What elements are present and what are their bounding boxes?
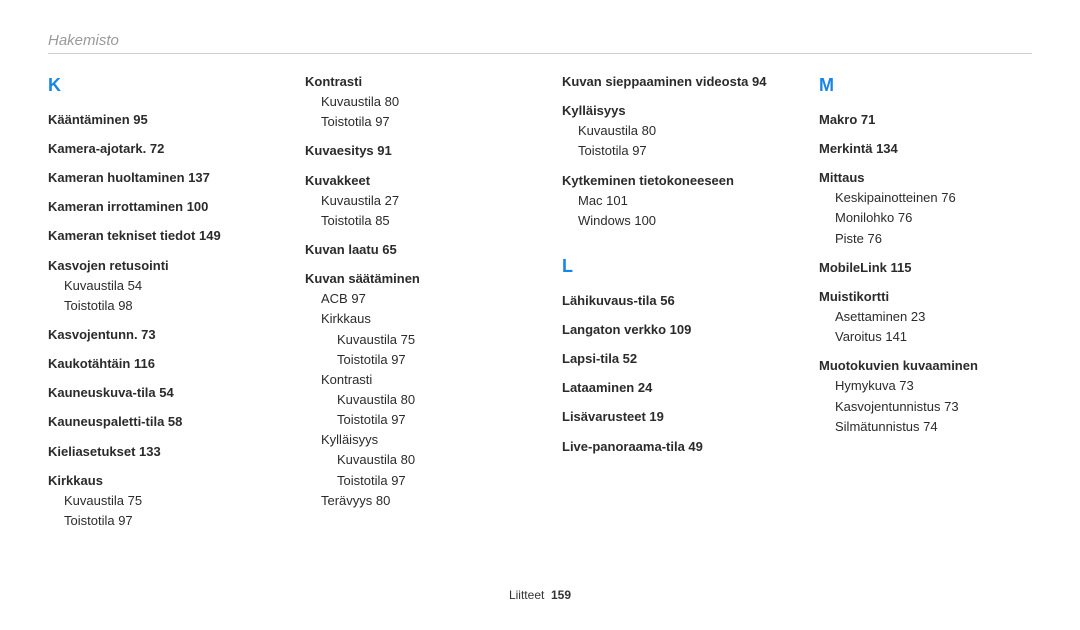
footer-page: 159	[551, 588, 571, 602]
index-entry: Kylläisyys	[305, 430, 518, 450]
index-entry: Kylläisyys	[562, 101, 775, 121]
index-entry: Kuvaustila 75	[48, 491, 261, 511]
index-columns: K Kääntäminen 95 Kamera-ajotark. 72 Kamera…	[48, 72, 1032, 531]
index-entry: Lapsi-tila 52	[562, 349, 775, 369]
index-entry: Kuvakkeet	[305, 171, 518, 191]
divider	[48, 53, 1032, 54]
index-entry: Kuvaustila 80	[305, 450, 518, 470]
section-letter-k: K	[48, 72, 261, 100]
page-footer: Liitteet 159	[0, 588, 1080, 602]
index-entry: Kuvan laatu 65	[305, 240, 518, 260]
index-entry: Lisävarusteet 19	[562, 407, 775, 427]
index-entry: Makro 71	[819, 110, 1032, 130]
col3-precont: Kuvan sieppaaminen videosta 94 Kylläisyys…	[562, 72, 775, 231]
col3-entries: Lähikuvaus-tila 56 Langaton verkko 109 Lap…	[562, 291, 775, 457]
col1-entries: Kääntäminen 95 Kamera-ajotark. 72 Kameran …	[48, 110, 261, 531]
index-entry: Toistotila 98	[48, 296, 261, 316]
index-entry: Toistotila 97	[48, 511, 261, 531]
index-entry: Toistotila 97	[305, 350, 518, 370]
index-entry: Kauneuspaletti-tila 58	[48, 412, 261, 432]
index-entry: Kääntäminen 95	[48, 110, 261, 130]
index-entry: Silmätunnistus 74	[819, 417, 1032, 437]
index-entry: Muistikortti	[819, 287, 1032, 307]
page-header: Hakemisto	[48, 32, 1032, 49]
col4-entries: Makro 71 Merkintä 134 MittausKeskipainotte…	[819, 110, 1032, 437]
index-entry: Kameran irrottaminen 100	[48, 197, 261, 217]
index-entry: Toistotila 97	[305, 471, 518, 491]
column-1: K Kääntäminen 95 Kamera-ajotark. 72 Kamera…	[48, 72, 261, 531]
section-letter-m: M	[819, 72, 1032, 100]
index-entry: ACB 97	[305, 289, 518, 309]
index-entry: Mittaus	[819, 168, 1032, 188]
index-entry: Toistotila 85	[305, 211, 518, 231]
index-entry: MobileLink 115	[819, 258, 1032, 278]
index-entry: Kasvojentunn. 73	[48, 325, 261, 345]
index-entry: Kytkeminen tietokoneeseen	[562, 171, 775, 191]
index-entry: Kirkkaus	[305, 309, 518, 329]
index-entry: Kauneuskuva-tila 54	[48, 383, 261, 403]
index-entry: Kuvaustila 80	[562, 121, 775, 141]
index-entry: Varoitus 141	[819, 327, 1032, 347]
column-3: Kuvan sieppaaminen videosta 94 Kylläisyys…	[562, 72, 775, 531]
index-entry: Toistotila 97	[305, 112, 518, 132]
index-entry: Kasvojen retusointi	[48, 256, 261, 276]
index-entry: Mac 101	[562, 191, 775, 211]
column-4: M Makro 71 Merkintä 134 MittausKeskipainot…	[819, 72, 1032, 531]
index-entry: Kontrasti	[305, 370, 518, 390]
footer-label: Liitteet	[509, 588, 544, 602]
section-letter-l: L	[562, 253, 775, 281]
index-entry: Keskipainotteinen 76	[819, 188, 1032, 208]
index-entry: Kontrasti	[305, 72, 518, 92]
index-entry: Kasvojentunnistus 73	[819, 397, 1032, 417]
index-entry: Kieliasetukset 133	[48, 442, 261, 462]
index-entry: Kuvaustila 75	[305, 330, 518, 350]
index-entry: Kamera-ajotark. 72	[48, 139, 261, 159]
index-entry: Muotokuvien kuvaaminen	[819, 356, 1032, 376]
index-entry: Kuvaustila 80	[305, 390, 518, 410]
index-entry: Lähikuvaus-tila 56	[562, 291, 775, 311]
index-entry: Kuvan sieppaaminen videosta 94	[562, 72, 775, 92]
index-entry: Terävyys 80	[305, 491, 518, 511]
index-entry: Kuvaesitys 91	[305, 141, 518, 161]
col2-entries: KontrastiKuvaustila 80Toistotila 97Kuvae…	[305, 72, 518, 511]
index-entry: Toistotila 97	[562, 141, 775, 161]
index-entry: Lataaminen 24	[562, 378, 775, 398]
index-entry: Windows 100	[562, 211, 775, 231]
index-entry: Kuvan säätäminen	[305, 269, 518, 289]
index-entry: Kuvaustila 80	[305, 92, 518, 112]
index-entry: Piste 76	[819, 229, 1032, 249]
index-entry: Live-panoraama-tila 49	[562, 437, 775, 457]
index-entry: Kaukotähtäin 116	[48, 354, 261, 374]
index-entry: Kameran huoltaminen 137	[48, 168, 261, 188]
index-entry: Hymykuva 73	[819, 376, 1032, 396]
index-entry: Langaton verkko 109	[562, 320, 775, 340]
index-entry: Asettaminen 23	[819, 307, 1032, 327]
index-entry: Monilohko 76	[819, 208, 1032, 228]
index-entry: Kirkkaus	[48, 471, 261, 491]
index-entry: Kuvaustila 54	[48, 276, 261, 296]
index-entry: Kameran tekniset tiedot 149	[48, 226, 261, 246]
column-2: KontrastiKuvaustila 80Toistotila 97Kuvae…	[305, 72, 518, 531]
index-entry: Merkintä 134	[819, 139, 1032, 159]
index-entry: Toistotila 97	[305, 410, 518, 430]
index-entry: Kuvaustila 27	[305, 191, 518, 211]
